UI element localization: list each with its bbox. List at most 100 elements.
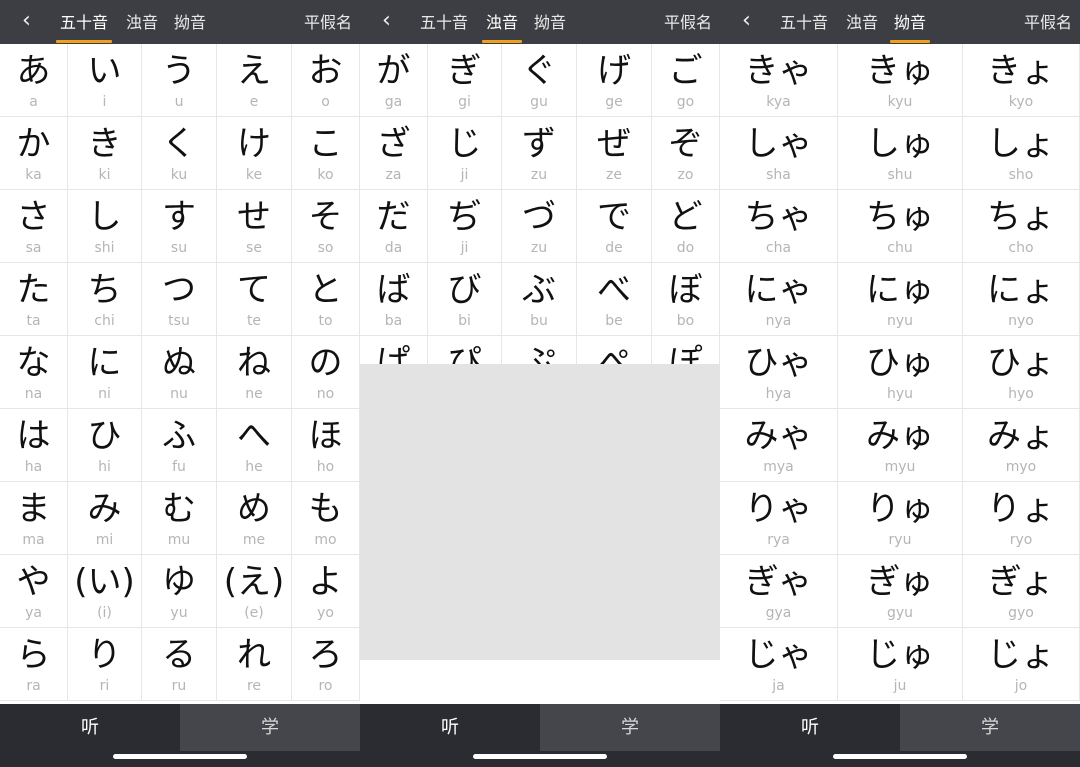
kana-cell[interactable]: ろ ro [292, 628, 360, 701]
tab-learn[interactable]: 学 [540, 704, 720, 751]
kana-cell[interactable]: へ he [217, 409, 292, 482]
kana-cell[interactable]: げ ge [577, 44, 652, 117]
kana-cell[interactable]: じゃ ja [720, 628, 838, 701]
home-indicator[interactable] [833, 754, 967, 759]
tab-learn[interactable]: 学 [180, 704, 360, 751]
kana-cell[interactable]: や ya [0, 555, 68, 628]
kana-cell[interactable]: ぞ zo [652, 117, 720, 190]
kana-cell[interactable]: みょ myo [963, 409, 1080, 482]
tab-youon[interactable]: 拗音 [174, 12, 206, 34]
kana-cell[interactable]: えe [217, 44, 292, 117]
kana-cell[interactable]: は ha [0, 409, 68, 482]
kana-cell[interactable]: (え) (e) [217, 555, 292, 628]
tab-gojuon[interactable]: 五十音 [420, 12, 468, 34]
kana-cell[interactable]: ぶ bu [502, 263, 577, 336]
kana-cell[interactable]: しゅ shu [838, 117, 963, 190]
kana-cell[interactable]: じょ jo [963, 628, 1080, 701]
kana-cell[interactable]: む mu [142, 482, 217, 555]
kana-cell[interactable]: じゅ ju [838, 628, 963, 701]
kana-cell[interactable]: ちゅ chu [838, 190, 963, 263]
kana-cell[interactable]: ざ za [360, 117, 428, 190]
kana-cell[interactable]: きゃ kya [720, 44, 838, 117]
kana-cell[interactable]: ほ ho [292, 409, 360, 482]
kana-cell[interactable]: ね ne [217, 336, 292, 409]
tab-listen[interactable]: 听 [720, 704, 900, 751]
kana-cell[interactable]: け ke [217, 117, 292, 190]
kana-cell[interactable]: しょ sho [963, 117, 1080, 190]
kana-cell[interactable]: みゅ myu [838, 409, 963, 482]
home-indicator[interactable] [473, 754, 607, 759]
kana-cell[interactable]: て te [217, 263, 292, 336]
tab-gojuon[interactable]: 五十音 [780, 12, 828, 34]
kana-cell[interactable]: ぎょ gyo [963, 555, 1080, 628]
kana-cell[interactable]: にゃ nya [720, 263, 838, 336]
kana-cell[interactable]: じ ji [428, 117, 502, 190]
kana-cell[interactable]: す su [142, 190, 217, 263]
kana-cell[interactable]: せ se [217, 190, 292, 263]
kana-cell[interactable]: か ka [0, 117, 68, 190]
kana-cell[interactable]: ど do [652, 190, 720, 263]
kana-cell[interactable]: さ sa [0, 190, 68, 263]
kana-cell[interactable]: ひょ hyo [963, 336, 1080, 409]
kana-cell[interactable]: ご go [652, 44, 720, 117]
kana-cell[interactable]: うu [142, 44, 217, 117]
kana-cell[interactable]: にゅ nyu [838, 263, 963, 336]
tab-listen[interactable]: 听 [360, 704, 540, 751]
kana-cell[interactable]: ぐ gu [502, 44, 577, 117]
kana-cell[interactable]: (い) (i) [68, 555, 142, 628]
kana-cell[interactable]: く ku [142, 117, 217, 190]
kana-cell[interactable]: だ da [360, 190, 428, 263]
kana-cell[interactable]: ひ hi [68, 409, 142, 482]
kana-cell[interactable]: ぜ ze [577, 117, 652, 190]
tab-youon[interactable]: 拗音 [534, 12, 566, 34]
kana-cell[interactable]: ちょ cho [963, 190, 1080, 263]
tab-youon[interactable]: 拗音 [889, 12, 931, 43]
kana-cell[interactable]: りょ ryo [963, 482, 1080, 555]
kana-cell[interactable]: ぎゅ gyu [838, 555, 963, 628]
kana-cell[interactable]: ひゅ hyu [838, 336, 963, 409]
kana-cell[interactable]: づ zu [502, 190, 577, 263]
kana-cell[interactable]: にょ nyo [963, 263, 1080, 336]
kana-cell[interactable]: き ki [68, 117, 142, 190]
kana-cell[interactable]: び bi [428, 263, 502, 336]
chevron-left-icon[interactable]: ‹ [382, 9, 391, 33]
kana-cell[interactable]: め me [217, 482, 292, 555]
kana-cell[interactable]: な na [0, 336, 68, 409]
kana-cell[interactable]: ふ fu [142, 409, 217, 482]
kana-cell[interactable]: いi [68, 44, 142, 117]
kana-cell[interactable]: ひゃ hya [720, 336, 838, 409]
kana-cell[interactable]: みゃ mya [720, 409, 838, 482]
kana-cell[interactable]: きょ kyo [963, 44, 1080, 117]
kana-type-title[interactable]: 平假名 [664, 12, 712, 34]
kana-cell[interactable]: に ni [68, 336, 142, 409]
kana-cell[interactable]: しゃ sha [720, 117, 838, 190]
kana-cell[interactable]: よ yo [292, 555, 360, 628]
kana-cell[interactable]: ぎゃ gya [720, 555, 838, 628]
tab-learn[interactable]: 学 [900, 704, 1080, 751]
kana-type-title[interactable]: 平假名 [1024, 12, 1072, 34]
kana-cell[interactable]: ゆ yu [142, 555, 217, 628]
kana-cell[interactable]: こ ko [292, 117, 360, 190]
tab-listen[interactable]: 听 [0, 704, 180, 751]
kana-cell[interactable]: が ga [360, 44, 428, 117]
kana-cell[interactable]: る ru [142, 628, 217, 701]
kana-cell[interactable]: も mo [292, 482, 360, 555]
kana-cell[interactable]: ぬ nu [142, 336, 217, 409]
tab-dakuon[interactable]: 浊音 [846, 12, 878, 34]
kana-cell[interactable]: み mi [68, 482, 142, 555]
kana-cell[interactable]: ず zu [502, 117, 577, 190]
kana-cell[interactable]: ぎ gi [428, 44, 502, 117]
kana-cell[interactable]: そ so [292, 190, 360, 263]
kana-cell[interactable]: た ta [0, 263, 68, 336]
kana-cell[interactable]: ら ra [0, 628, 68, 701]
kana-cell[interactable]: ば ba [360, 263, 428, 336]
kana-cell[interactable]: ま ma [0, 482, 68, 555]
chevron-left-icon[interactable]: ‹ [22, 9, 31, 33]
kana-cell[interactable]: し shi [68, 190, 142, 263]
kana-cell[interactable]: ちゃ cha [720, 190, 838, 263]
kana-cell[interactable]: りゅ ryu [838, 482, 963, 555]
kana-cell[interactable]: べ be [577, 263, 652, 336]
kana-cell[interactable]: の no [292, 336, 360, 409]
kana-cell[interactable]: きゅ kyu [838, 44, 963, 117]
kana-cell[interactable]: ぼ bo [652, 263, 720, 336]
